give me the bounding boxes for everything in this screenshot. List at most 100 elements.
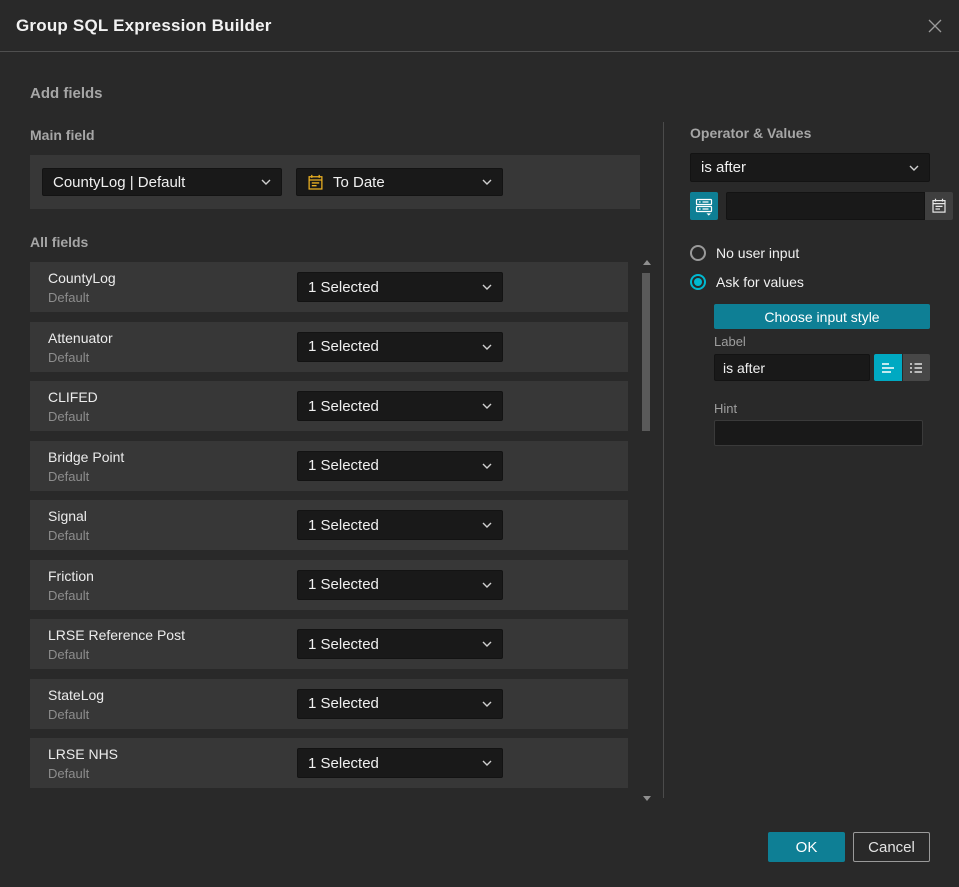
field-row: LRSE NHS Default 1 Selected xyxy=(30,738,628,788)
list-input-style-button[interactable] xyxy=(902,354,930,381)
field-values-select-value: 1 Selected xyxy=(308,338,379,355)
label-input[interactable] xyxy=(714,354,870,381)
field-row: CLIFED Default 1 Selected xyxy=(30,381,628,431)
scroll-up-arrow-icon[interactable] xyxy=(643,260,651,265)
unique-values-button[interactable] xyxy=(690,192,718,220)
field-name: LRSE Reference Post xyxy=(48,627,185,643)
chevron-down-icon xyxy=(261,179,271,185)
field-values-select[interactable]: 1 Selected xyxy=(297,331,503,362)
vertical-divider xyxy=(663,122,664,798)
main-field-select-value: CountyLog | Default xyxy=(53,173,186,191)
list-scrollbar[interactable] xyxy=(641,260,653,801)
main-field-select[interactable]: CountyLog | Default xyxy=(42,168,282,196)
chevron-down-icon xyxy=(482,701,492,707)
add-fields-heading: Add fields xyxy=(30,85,103,102)
value-input[interactable] xyxy=(726,192,925,220)
field-row: Attenuator Default 1 Selected xyxy=(30,321,628,372)
all-fields-list: CountyLog Default 1 Selected Attenuator … xyxy=(30,262,628,798)
operator-select-value: is after xyxy=(701,159,747,176)
field-subtitle: Default xyxy=(48,528,90,543)
field-values-select-value: 1 Selected xyxy=(308,754,379,772)
field-subtitle: Default xyxy=(48,349,90,365)
radio-ask-for-values-label: Ask for values xyxy=(716,274,804,290)
radio-icon xyxy=(690,245,706,261)
close-icon xyxy=(926,17,944,35)
field-name: Friction xyxy=(48,567,94,584)
field-name: CountyLog xyxy=(48,270,116,286)
field-values-select[interactable]: 1 Selected xyxy=(297,748,503,778)
field-subtitle: Default xyxy=(48,290,90,305)
radio-no-user-input-label: No user input xyxy=(716,245,800,261)
chevron-down-icon xyxy=(482,641,492,647)
hint-caption: Hint xyxy=(714,401,738,416)
chevron-down-icon xyxy=(482,463,492,469)
field-row: Signal Default 1 Selected xyxy=(30,500,628,550)
radio-ask-for-values[interactable]: Ask for values xyxy=(690,274,804,290)
field-values-select[interactable]: 1 Selected xyxy=(297,569,503,600)
operator-select[interactable]: is after xyxy=(690,153,930,182)
label-row xyxy=(714,354,930,381)
align-left-icon xyxy=(880,361,896,375)
field-row: CountyLog Default 1 Selected xyxy=(30,262,628,312)
group-sql-expression-builder-dialog: Group SQL Expression Builder Add fields … xyxy=(0,0,959,887)
field-values-select[interactable]: 1 Selected xyxy=(297,629,503,659)
field-values-select[interactable]: 1 Selected xyxy=(297,510,503,540)
field-name: LRSE NHS xyxy=(48,746,119,762)
hint-input[interactable] xyxy=(714,420,923,446)
scrollbar-thumb[interactable] xyxy=(642,273,650,431)
main-field-date-select-value: To Date xyxy=(333,173,385,191)
main-field-panel: CountyLog | Default To Date xyxy=(30,155,640,209)
label-caption: Label xyxy=(714,334,746,349)
field-values-select-value: 1 Selected xyxy=(308,635,379,653)
main-field-heading: Main field xyxy=(30,127,95,143)
field-row: LRSE Reference Post Default 1 Selected xyxy=(30,619,628,669)
calendar-icon xyxy=(307,174,324,191)
calendar-picker-button[interactable] xyxy=(925,192,953,220)
cancel-button[interactable]: Cancel xyxy=(853,832,930,862)
field-values-select[interactable]: 1 Selected xyxy=(297,272,503,302)
list-icon xyxy=(908,361,924,375)
field-subtitle: Default xyxy=(48,647,90,662)
chevron-down-icon xyxy=(482,522,492,528)
field-subtitle: Default xyxy=(48,766,90,781)
chevron-down-icon xyxy=(482,284,492,290)
field-values-select-value: 1 Selected xyxy=(308,516,379,534)
field-row: Friction Default 1 Selected xyxy=(30,559,628,610)
ok-button[interactable]: OK xyxy=(768,832,845,862)
operator-values-heading: Operator & Values xyxy=(690,125,812,141)
field-name: Bridge Point xyxy=(48,448,125,465)
field-values-select-value: 1 Selected xyxy=(308,457,379,474)
chevron-down-icon xyxy=(482,760,492,766)
unique-values-icon xyxy=(695,197,713,216)
field-subtitle: Default xyxy=(48,409,90,424)
value-input-group xyxy=(726,192,953,220)
field-name: StateLog xyxy=(48,686,105,703)
titlebar: Group SQL Expression Builder xyxy=(0,0,959,52)
field-row: Bridge Point Default 1 Selected xyxy=(30,440,628,491)
field-name: CLIFED xyxy=(48,389,98,405)
field-values-select[interactable]: 1 Selected xyxy=(297,688,503,719)
field-row: StateLog Default 1 Selected xyxy=(30,678,628,729)
value-row xyxy=(690,192,953,220)
all-fields-heading: All fields xyxy=(30,234,89,250)
text-input-style-button[interactable] xyxy=(874,354,902,381)
main-field-date-select[interactable]: To Date xyxy=(296,168,503,196)
chevron-down-icon xyxy=(482,403,492,409)
close-button[interactable] xyxy=(925,16,945,36)
field-name: Signal xyxy=(48,508,87,524)
field-values-select[interactable]: 1 Selected xyxy=(297,391,503,421)
field-subtitle: Default xyxy=(48,587,90,603)
choose-input-style-button[interactable]: Choose input style xyxy=(714,304,930,329)
field-values-select-value: 1 Selected xyxy=(308,397,379,415)
field-subtitle: Default xyxy=(48,706,90,722)
dialog-title: Group SQL Expression Builder xyxy=(16,15,272,35)
calendar-icon xyxy=(931,198,947,214)
field-values-select-value: 1 Selected xyxy=(308,576,379,593)
field-values-select[interactable]: 1 Selected xyxy=(297,450,503,481)
chevron-down-icon xyxy=(909,165,919,171)
chevron-down-icon xyxy=(482,179,492,185)
field-subtitle: Default xyxy=(48,468,90,484)
scroll-down-arrow-icon[interactable] xyxy=(643,796,651,801)
radio-no-user-input[interactable]: No user input xyxy=(690,245,799,261)
chevron-down-icon xyxy=(482,344,492,350)
